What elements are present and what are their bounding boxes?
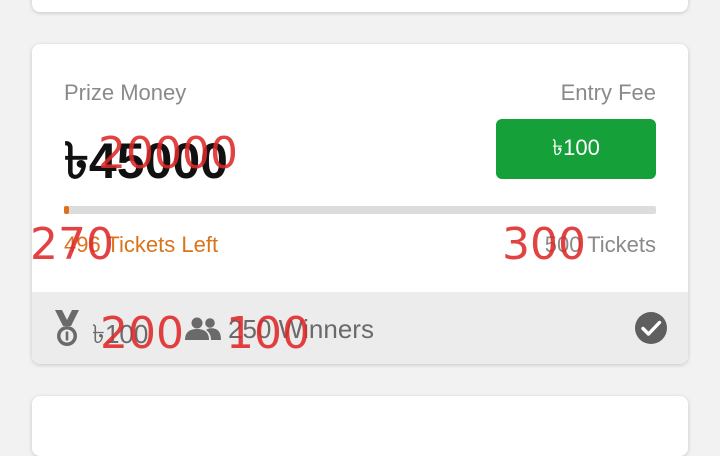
next-card[interactable] <box>32 396 688 456</box>
prize-amount: ৳45000 <box>64 133 228 189</box>
tickets-total-text: 500 Tickets <box>544 232 656 257</box>
first-prize-amount: ৳100 <box>92 319 149 349</box>
prize-money-label: Prize Money <box>64 80 187 105</box>
medal-icon <box>55 310 79 346</box>
tickets-left-text: 496 Tickets Left <box>64 232 219 257</box>
contest-card[interactable]: Prize Money Entry Fee ৳45000 ৳100 496 Ti… <box>32 44 688 364</box>
winners-count: 250 Winners <box>228 314 374 344</box>
check-circle-icon[interactable] <box>634 311 668 345</box>
entry-fee-button[interactable]: ৳100 <box>496 119 656 179</box>
previous-card[interactable] <box>32 0 688 12</box>
tickets-progress-bar <box>64 206 656 214</box>
card-footer: ৳100 250 Winners <box>32 292 688 364</box>
people-icon <box>185 317 221 340</box>
entry-fee-label: Entry Fee <box>560 80 656 105</box>
tickets-progress-fill <box>64 206 69 214</box>
